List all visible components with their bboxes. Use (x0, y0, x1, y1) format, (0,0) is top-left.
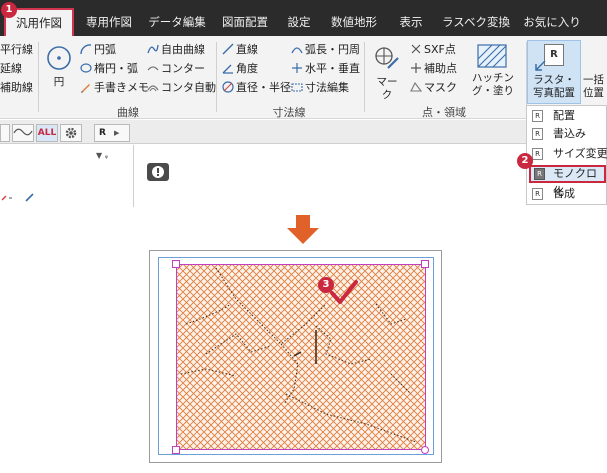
horizontal-vertical-button[interactable]: 水平・垂直 (291, 61, 360, 77)
raster-icon: R (544, 44, 564, 66)
monochrome-icon: R (534, 168, 545, 180)
mark-icon[interactable] (372, 44, 400, 72)
step-badge-3: 3 (318, 277, 334, 293)
drawing-canvas[interactable] (135, 145, 527, 207)
pen-icon (80, 81, 92, 93)
play-icon: ▶ (113, 129, 120, 137)
all-button[interactable]: ALL (36, 124, 58, 142)
aux-point-icon (410, 62, 422, 74)
panel-dropdown-icon[interactable]: ▼ ᵩ (96, 151, 108, 160)
hatching-icon[interactable] (477, 44, 507, 68)
point-area-group-label: 点・領域 (422, 106, 466, 119)
corner-handle[interactable] (172, 446, 180, 454)
place-icon: R (532, 110, 543, 122)
ellipse-arc-button[interactable]: 楕円・弧 (80, 61, 138, 77)
menu-item-write[interactable]: R 書込み (527, 125, 607, 143)
composite-icon: R (532, 188, 543, 200)
step-badge-1: 1 (1, 2, 17, 18)
menu-item-place[interactable]: R 配置 (527, 107, 607, 125)
eyedropper-icon[interactable] (0, 190, 40, 204)
tab-drawing-layout[interactable]: 図面配置 (214, 9, 276, 36)
arc-length-button[interactable]: 弧長・円周 (291, 42, 360, 58)
step-badge-2: 2 (517, 153, 533, 169)
contour-icon (147, 62, 159, 74)
handwritten-memo-button[interactable]: 手書きメモ (80, 80, 149, 96)
extend-line-button[interactable]: 延線 (0, 61, 22, 77)
toolbar-button-partial[interactable] (0, 124, 10, 142)
warning-icon[interactable] (147, 163, 169, 181)
linear-dimension-button[interactable]: 直線 (222, 42, 258, 58)
tab-settings[interactable]: 設定 (279, 9, 319, 36)
resize-icon: R (532, 148, 543, 160)
auxiliary-point-button[interactable]: 補助点 (410, 61, 457, 77)
angle-icon (222, 62, 234, 74)
raster-toolbar-button[interactable]: R ▶ (94, 124, 130, 142)
diameter-icon (222, 81, 234, 93)
corner-handle[interactable] (172, 260, 180, 268)
sxf-point-button[interactable]: SXF点 (410, 42, 456, 58)
mask-button[interactable]: マスク (410, 80, 457, 96)
ribbon-tab-bar: 汎用作図 専用作図 データ編集 図面配置 設定 数値地形 表示 ラスベク変換 お… (0, 0, 607, 38)
tab-favorites[interactable]: お気に入り (519, 9, 585, 36)
secondary-toolbar (0, 120, 607, 144)
circle-button-label[interactable]: 円 (48, 76, 70, 89)
tab-view[interactable]: 表示 (389, 9, 433, 36)
free-curve-button[interactable]: 自由曲線 (147, 42, 205, 58)
sxf-point-icon (410, 43, 422, 55)
auxiliary-line-button[interactable]: 補助線 (0, 80, 33, 96)
raster-button-label: ラスタ・写真配置 (533, 74, 575, 99)
dimension-group-label: 寸法線 (272, 106, 306, 119)
hatching-button-label[interactable]: ハッチング・塗り (466, 72, 520, 98)
ribbon-separator (216, 42, 217, 112)
ribbon-separator (38, 42, 39, 112)
arc-button[interactable]: 円弧 (80, 42, 116, 58)
batch-position-label[interactable]: 一括位置 (583, 74, 607, 100)
mark-button-label[interactable]: マーク (372, 76, 402, 102)
parallel-line-button[interactable]: 平行線 (0, 42, 33, 58)
tab-numeric-terrain[interactable]: 数値地形 (322, 9, 386, 36)
mask-icon (410, 81, 423, 93)
ellipse-icon (80, 62, 92, 74)
dimension-edit-button[interactable]: 寸法編集 (291, 80, 349, 96)
dim-edit-icon (291, 81, 303, 93)
angle-dimension-button[interactable]: 角度 (222, 61, 258, 77)
free-curve-icon (147, 43, 159, 55)
tab-special-drawing[interactable]: 専用作図 (78, 9, 140, 36)
contour-auto-button[interactable]: コンタ自動 (147, 80, 216, 96)
write-icon: R (532, 128, 543, 140)
checkmark-icon (330, 280, 358, 306)
raster-dropdown-menu: R 配置 R 書込み R サイズ変更 R モノクロ化 R 合成 (526, 105, 607, 205)
down-arrow-icon (285, 215, 321, 245)
tab-raster-vector[interactable]: ラスベク変換 (436, 9, 516, 36)
linear-dim-icon (222, 43, 234, 55)
diameter-radius-button[interactable]: 直径・半径 (222, 80, 291, 96)
curve-group-label: 曲線 (117, 106, 139, 119)
arrow-icon (534, 60, 546, 72)
corner-handle[interactable] (421, 446, 429, 454)
arc-icon (80, 43, 92, 55)
contour-auto-icon (147, 81, 159, 93)
circle-icon[interactable] (45, 44, 73, 72)
contour-button[interactable]: コンター (147, 61, 205, 77)
wave-icon[interactable] (12, 124, 34, 142)
menu-item-resize[interactable]: R サイズ変更 (527, 145, 607, 163)
hv-icon (291, 62, 303, 74)
menu-item-monochrome[interactable]: R モノクロ化 (529, 165, 606, 198)
gear-icon[interactable] (60, 124, 82, 142)
arc-length-icon (291, 43, 303, 55)
hatched-raster-image[interactable] (176, 264, 426, 450)
tab-data-edit[interactable]: データ編集 (143, 9, 211, 36)
ribbon-separator (364, 42, 365, 112)
corner-handle[interactable] (421, 260, 429, 268)
menu-item-composite[interactable]: R 合成 (527, 185, 607, 203)
